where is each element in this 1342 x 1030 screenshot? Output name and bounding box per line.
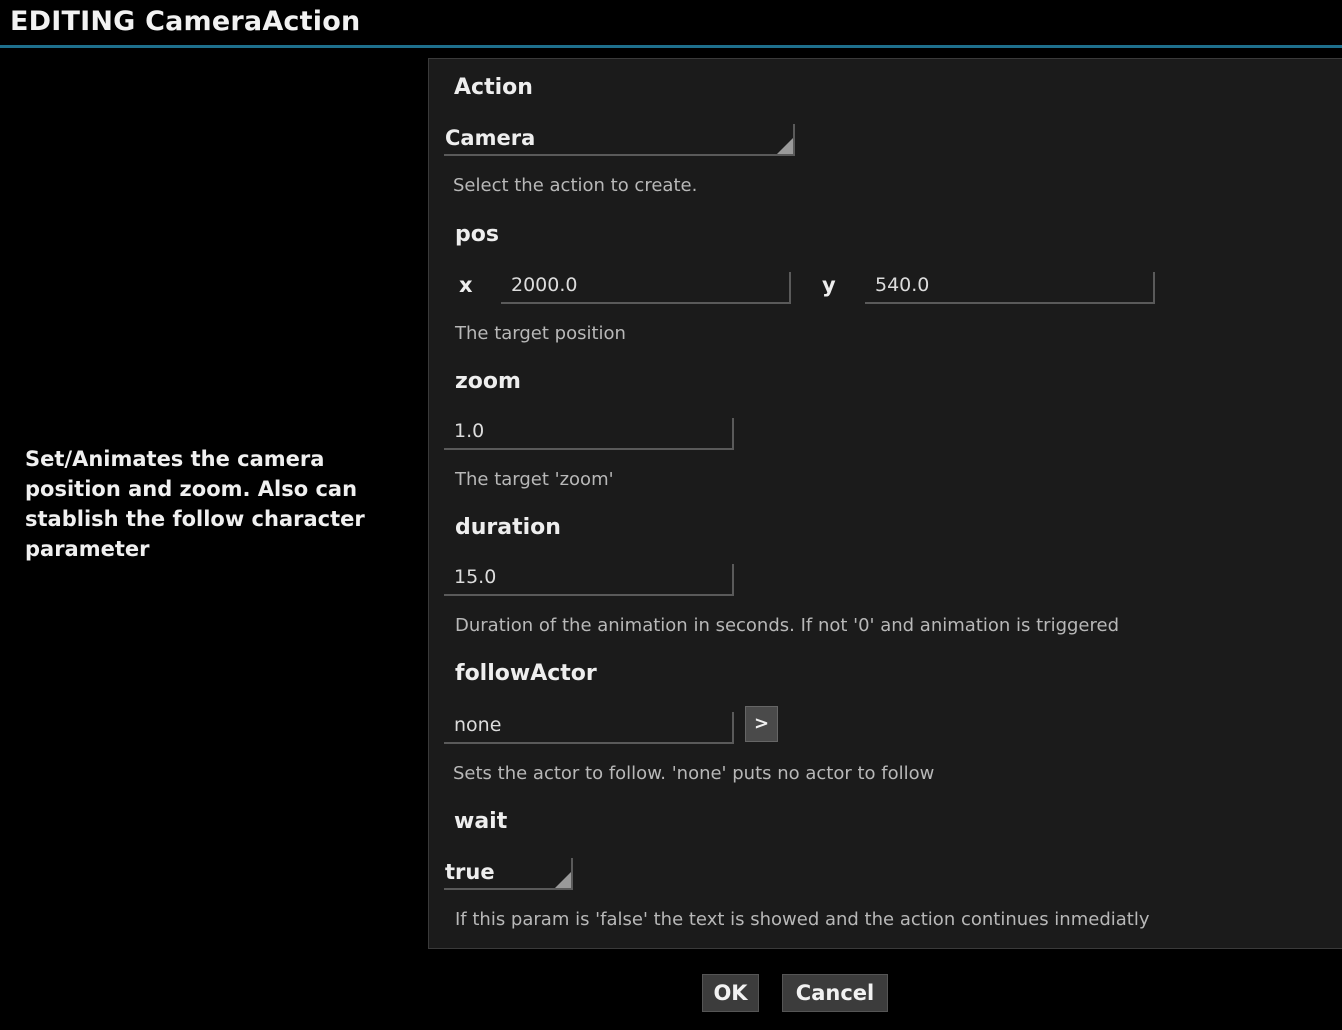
wait-label: wait (454, 809, 508, 834)
pos-x-input[interactable]: 2000.0 (501, 272, 791, 304)
action-help: Select the action to create. (453, 175, 698, 196)
window-title: EDITING CameraAction (10, 6, 361, 37)
follow-actor-value: none (454, 714, 502, 736)
duration-input[interactable]: 15.0 (444, 564, 734, 596)
properties-panel: Action Camera Select the action to creat… (428, 58, 1342, 949)
follow-actor-help: Sets the actor to follow. 'none' puts no… (453, 763, 935, 784)
zoom-label: zoom (455, 369, 521, 394)
cancel-button[interactable]: Cancel (782, 974, 888, 1012)
wait-help: If this param is 'false' the text is sho… (455, 909, 1150, 930)
pos-x-value: 2000.0 (511, 274, 578, 296)
follow-actor-label: followActor (455, 661, 597, 686)
pos-y-value: 540.0 (875, 274, 930, 296)
duration-label: duration (455, 515, 561, 540)
pos-label: pos (455, 222, 499, 247)
action-select-value: Camera (445, 126, 536, 150)
duration-help: Duration of the animation in seconds. If… (455, 615, 1120, 636)
pos-help: The target position (455, 323, 626, 344)
wait-select[interactable]: true (444, 858, 573, 890)
duration-value: 15.0 (454, 566, 497, 588)
pos-y-label: y (822, 273, 836, 297)
wait-select-value: true (445, 860, 495, 884)
action-description: Set/Animates the camera position and zoo… (25, 447, 365, 561)
action-select[interactable]: Camera (444, 124, 795, 156)
ok-button[interactable]: OK (702, 974, 759, 1012)
dropdown-triangle-icon (555, 872, 571, 888)
zoom-value: 1.0 (454, 420, 485, 442)
zoom-help: The target 'zoom' (455, 469, 614, 490)
follow-actor-picker-button[interactable]: > (745, 706, 778, 742)
action-label: Action (454, 75, 533, 100)
pos-x-label: x (459, 273, 473, 297)
dropdown-triangle-icon (777, 138, 793, 154)
zoom-input[interactable]: 1.0 (444, 418, 734, 450)
title-bar: EDITING CameraAction (0, 0, 1342, 48)
pos-y-input[interactable]: 540.0 (865, 272, 1155, 304)
follow-actor-input[interactable]: none (444, 712, 734, 744)
